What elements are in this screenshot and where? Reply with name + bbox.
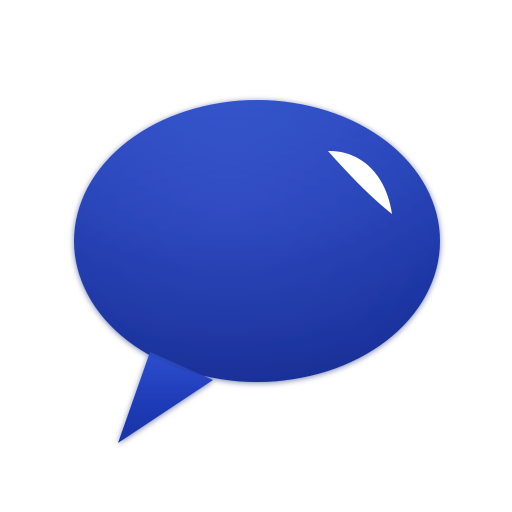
icon-canvas — [0, 0, 512, 512]
bubble-shape — [74, 100, 440, 443]
speech-bubble-icon — [74, 100, 440, 443]
